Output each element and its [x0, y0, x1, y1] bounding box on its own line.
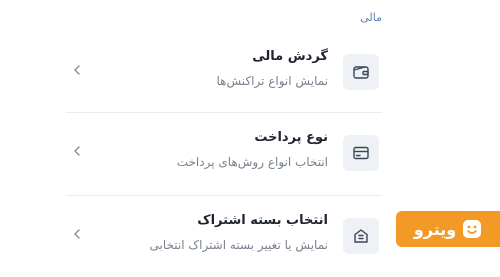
card-icon	[343, 135, 379, 171]
section-title-financial: مالی	[360, 11, 382, 24]
package-icon	[343, 218, 379, 254]
chevron-left-icon	[74, 65, 80, 75]
menu-item-financial-turnover[interactable]: گردش مالی نمایش انواع تراکنش‌ها	[62, 32, 382, 112]
menu-item-subtitle: نمایش یا تغییر بسته اشتراک انتخابی	[149, 238, 328, 252]
menu-item-subtitle: نمایش انواع تراکنش‌ها	[216, 74, 328, 88]
menu-item-subscription-package[interactable]: انتخاب بسته اشتراک نمایش یا تغییر بسته ا…	[62, 196, 382, 276]
settings-page: مالی گردش مالی نمایش انواع تراکنش‌ها نوع…	[0, 0, 500, 277]
menu-item-title: نوع پرداخت	[254, 130, 328, 145]
smile-logo-icon	[463, 220, 482, 238]
brand-name: ویترو	[413, 219, 457, 239]
brand-badge[interactable]: ویترو	[396, 211, 500, 247]
menu-item-title: انتخاب بسته اشتراک	[197, 213, 328, 228]
chevron-left-icon	[74, 229, 80, 239]
chevron-left-icon	[74, 146, 80, 156]
menu-item-title: گردش مالی	[252, 49, 328, 64]
menu-item-subtitle: انتخاب انواع روش‌های پرداخت	[176, 155, 328, 169]
wallet-icon	[343, 54, 379, 90]
menu-item-payment-type[interactable]: نوع پرداخت انتخاب انواع روش‌های پرداخت	[62, 113, 382, 193]
